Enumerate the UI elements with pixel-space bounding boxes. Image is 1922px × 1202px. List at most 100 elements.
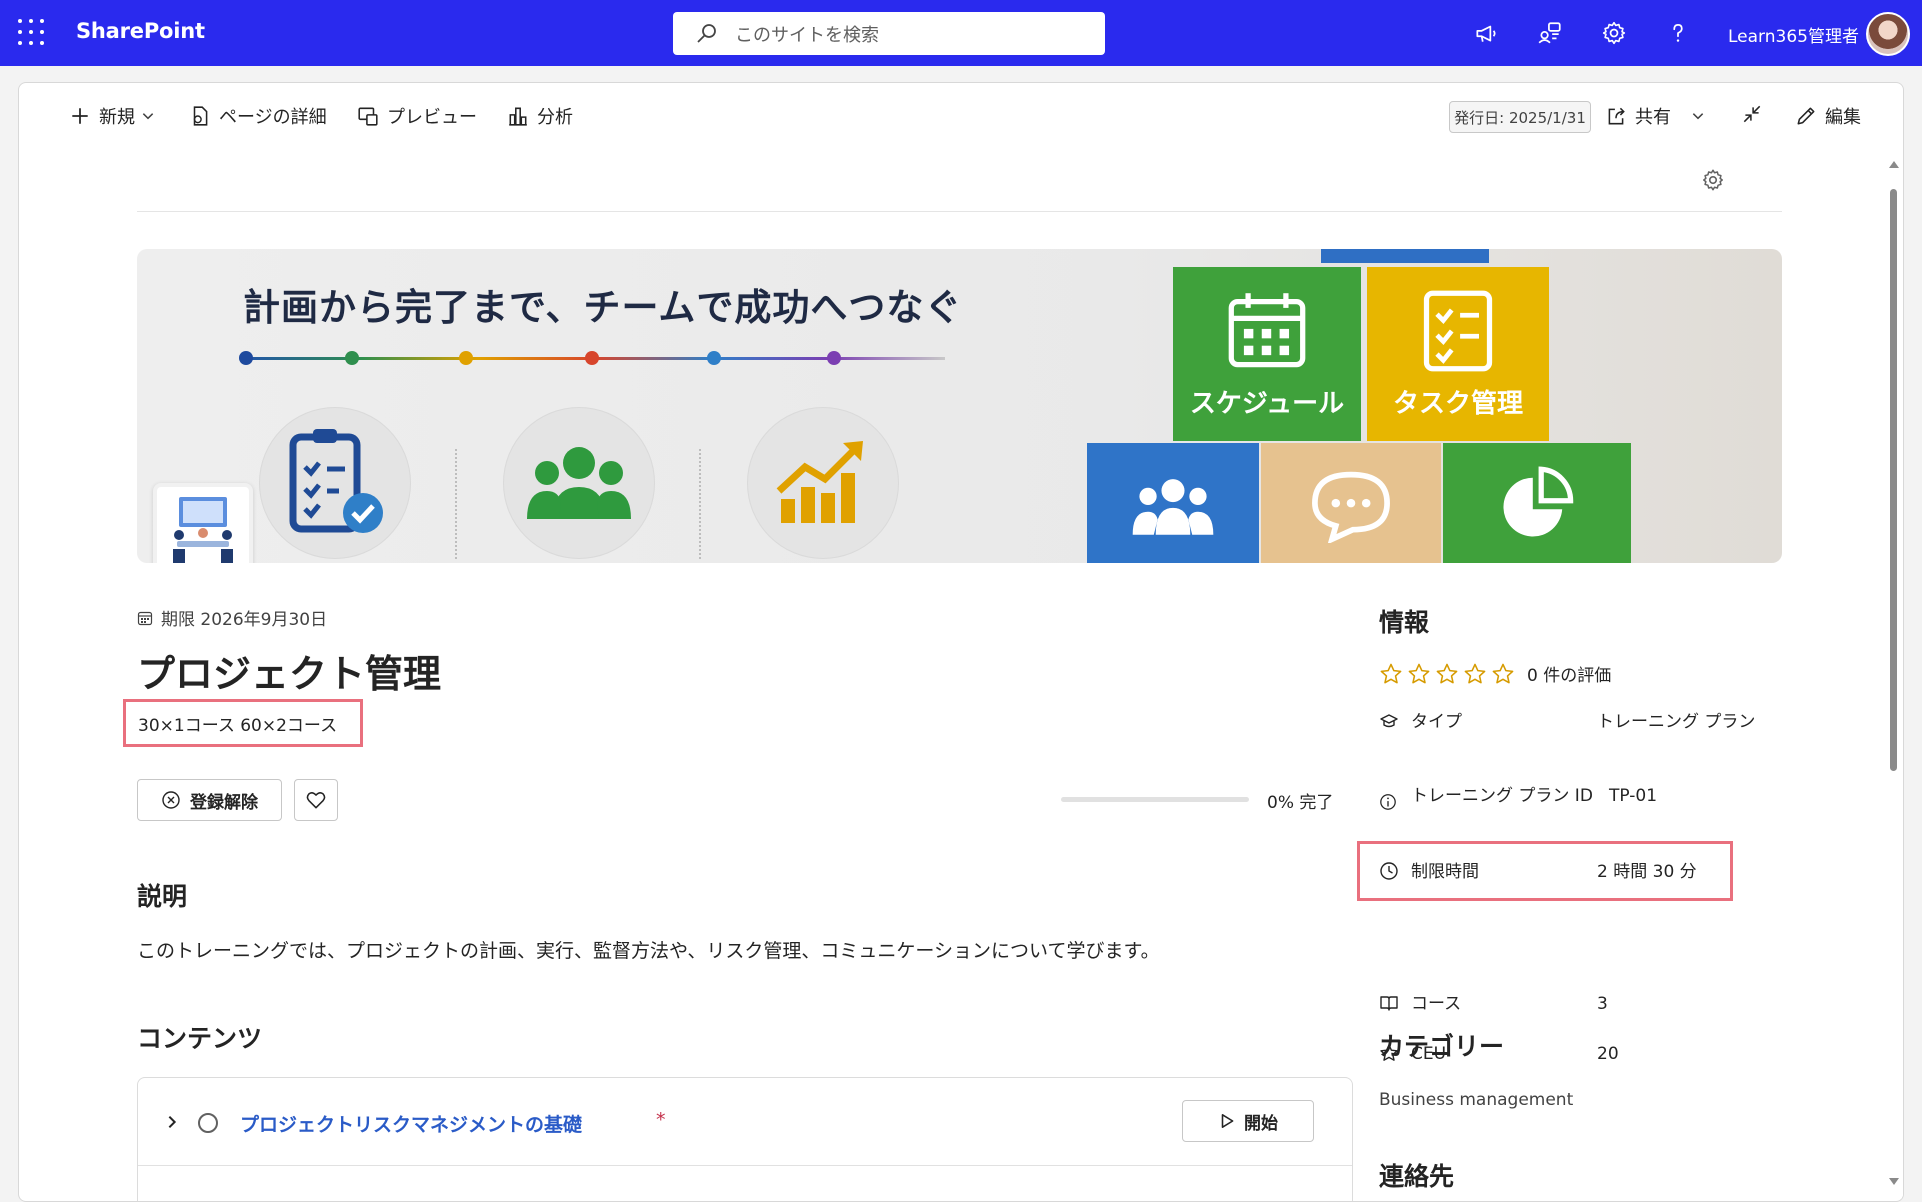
timeline-dot <box>345 351 359 365</box>
course-row[interactable]: プロジェクトリスクマネジメントの基礎 * 開始 <box>138 1078 1352 1166</box>
published-badge: 発行日: 2025/1/31 <box>1449 101 1591 133</box>
info-label: コース <box>1411 994 1462 1014</box>
edit-button[interactable]: 編集 <box>1795 103 1861 129</box>
description-heading: 説明 <box>137 882 188 911</box>
info-label: トレーニング プラン ID <box>1411 786 1593 806</box>
status-circle <box>198 1113 218 1133</box>
info-value: TP-01 <box>1609 786 1658 806</box>
tasks-block-label: タスク管理 <box>1392 388 1523 419</box>
clock-icon <box>1379 859 1401 886</box>
page-details-button[interactable]: ページの詳細 <box>189 103 327 129</box>
star-outline-icon <box>1436 663 1458 683</box>
contents-list: プロジェクトリスクマネジメントの基礎 * 開始 <box>137 1077 1353 1201</box>
required-mark: * <box>656 1109 666 1131</box>
tasks-block: タスク管理 <box>1367 267 1549 441</box>
star-outline-icon <box>1380 663 1402 683</box>
description-text: このトレーニングでは、プロジェクトの計画、実行、監督方法や、リスク管理、コミュニ… <box>137 940 1160 962</box>
star-outline-icon <box>1464 663 1486 683</box>
calendar-icon <box>1228 292 1306 367</box>
pie-block <box>1443 443 1631 563</box>
type-icon <box>1379 709 1401 736</box>
contents-heading: コンテンツ <box>137 1024 263 1053</box>
progress-bar <box>1061 797 1249 802</box>
info-value: トレーニング プラン <box>1597 712 1756 732</box>
schedule-block: スケジュール <box>1173 267 1361 441</box>
collapse-button[interactable] <box>1741 103 1771 125</box>
pie-chart-icon <box>1503 466 1574 537</box>
rating-count: 0 件の評価 <box>1527 666 1612 686</box>
timeline-dot <box>585 351 599 365</box>
deadline-text: 期限 2026年9月30日 <box>161 610 328 630</box>
share-button[interactable]: 共有 <box>1605 103 1713 129</box>
settings-gear-icon[interactable] <box>1598 17 1630 49</box>
dismiss-circle-icon <box>162 791 180 809</box>
section-settings-icon[interactable] <box>1700 167 1726 193</box>
deadline: 期限 2026年9月30日 <box>137 605 327 630</box>
plan-thumbnail <box>153 483 253 563</box>
search-placeholder: このサイトを検索 <box>735 24 879 46</box>
unregister-label: 登録解除 <box>190 792 258 813</box>
pencil-icon <box>1797 107 1815 125</box>
preview-icon <box>358 107 378 126</box>
scroll-up-arrow[interactable] <box>1889 161 1899 168</box>
category-heading: カテゴリー <box>1379 1032 1505 1061</box>
info-value: 2 時間 30 分 <box>1597 862 1697 882</box>
timeline-dot <box>827 351 841 365</box>
plus-icon <box>72 108 88 124</box>
category-value[interactable]: Business management <box>1379 1090 1573 1110</box>
favorite-button[interactable] <box>294 779 338 821</box>
chevron-right-icon[interactable] <box>164 1114 180 1130</box>
page-gear-icon <box>193 106 208 126</box>
info-row-courses: コース 3 <box>1379 991 1608 1018</box>
new-button[interactable]: 新規 <box>69 103 163 129</box>
vertical-scrollbar[interactable] <box>1885 149 1903 1199</box>
app-launcher-icon[interactable] <box>18 19 46 47</box>
chevron-down-icon <box>142 113 154 120</box>
preview-label: プレビュー <box>387 107 477 128</box>
info-value: 20 <box>1597 1044 1619 1064</box>
preview-button[interactable]: プレビュー <box>357 103 477 129</box>
edit-label: 編集 <box>1825 107 1861 128</box>
chat-icon <box>1312 471 1390 543</box>
top-block <box>1321 249 1489 263</box>
help-icon[interactable] <box>1662 17 1694 49</box>
calendar-small-icon <box>137 611 153 625</box>
schedule-block-label: スケジュール <box>1189 388 1345 419</box>
info-icon <box>1379 783 1401 811</box>
team-icon <box>503 407 655 559</box>
collapse-icon <box>1743 105 1761 123</box>
task-list-icon <box>1423 290 1493 371</box>
search-icon <box>697 23 716 43</box>
star-outline-icon <box>1408 663 1430 683</box>
courses-summary-highlight: 30×1コース 60×2コース <box>123 699 363 747</box>
page-details-label: ページの詳細 <box>219 107 327 128</box>
contact-heading: 連絡先 <box>1379 1162 1455 1191</box>
rating-stars[interactable]: 0 件の評価 <box>1379 661 1611 686</box>
analytics-button[interactable]: 分析 <box>507 103 573 129</box>
command-bar: 新規 ページの詳細 プレビュー 分析 発行日: 2025/1/31 共有 編集 <box>19 83 1903 149</box>
course-link[interactable]: プロジェクトリスクマネジメントの基礎 <box>240 1110 582 1137</box>
connections-icon[interactable] <box>1534 17 1566 49</box>
app-name[interactable]: SharePoint <box>76 19 205 43</box>
banner-separator <box>699 449 701 559</box>
user-name[interactable]: Learn365管理者 <box>1728 22 1859 47</box>
start-label: 開始 <box>1244 1113 1278 1134</box>
book-icon <box>1379 991 1401 1018</box>
info-heading: 情報 <box>1379 608 1430 637</box>
info-value: 3 <box>1597 994 1608 1014</box>
star-outline-icon <box>1492 663 1514 683</box>
start-button[interactable]: 開始 <box>1182 1100 1314 1142</box>
megaphone-icon[interactable] <box>1470 17 1502 49</box>
chat-block <box>1261 443 1441 563</box>
info-label: タイプ <box>1411 712 1462 732</box>
share-label: 共有 <box>1635 107 1671 128</box>
analytics-label: 分析 <box>537 107 573 128</box>
analytics-icon <box>509 107 527 126</box>
scroll-thumb[interactable] <box>1890 189 1897 771</box>
scroll-down-arrow[interactable] <box>1889 1178 1899 1185</box>
people-icon <box>1132 479 1214 535</box>
chevron-down-icon <box>1692 113 1704 120</box>
avatar[interactable] <box>1866 12 1910 56</box>
search-box[interactable]: このサイトを検索 <box>673 12 1105 55</box>
unregister-button[interactable]: 登録解除 <box>137 779 282 821</box>
